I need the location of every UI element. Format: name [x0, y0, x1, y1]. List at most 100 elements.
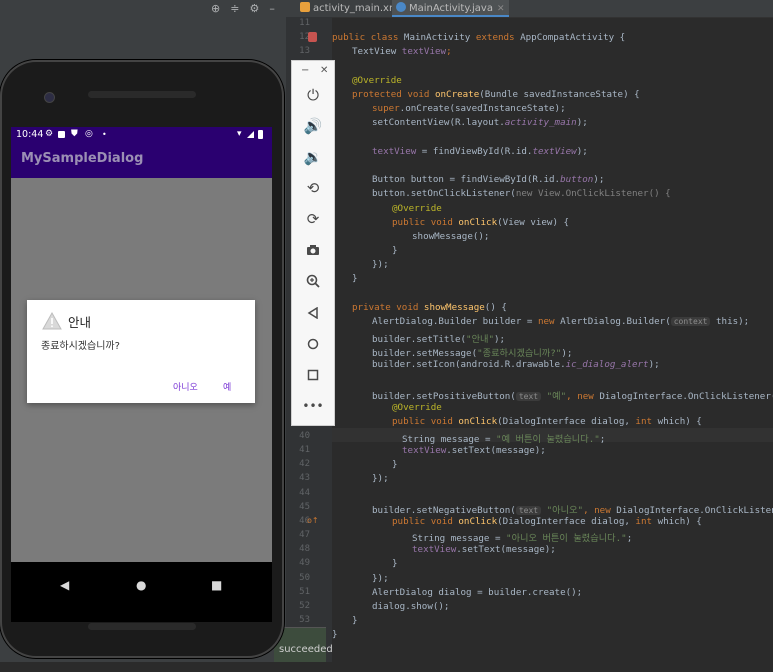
signal-icon	[247, 131, 254, 138]
split-icon[interactable]: ≑	[230, 0, 239, 17]
code-line[interactable]: super.onCreate(savedInstanceState);	[372, 103, 566, 114]
positive-button[interactable]: 예	[223, 380, 231, 393]
code-line[interactable]: setContentView(R.layout.activity_main);	[372, 117, 588, 128]
sync-icon: ◎	[85, 129, 93, 139]
shield-icon: ⛊	[71, 129, 78, 139]
parameter-hint: text	[515, 506, 542, 515]
code-line[interactable]: Button button = findViewById(R.id.button…	[372, 174, 604, 185]
code-line[interactable]: @Override	[392, 203, 442, 214]
code-line[interactable]: });	[372, 473, 389, 484]
code-line[interactable]: AlertDialog dialog = builder.create();	[372, 587, 582, 598]
target-icon[interactable]: ⊕	[211, 0, 220, 17]
speaker-grille	[88, 91, 196, 98]
code-line[interactable]: textView.setText(message);	[412, 544, 556, 555]
line-number: 13	[299, 46, 310, 56]
xml-file-icon	[300, 2, 310, 12]
nav-back-icon[interactable]: ◀	[60, 578, 69, 592]
editor-toolbar: ⊕ ≑ ⚙ –	[211, 0, 275, 17]
app-bar: MySampleDialog	[11, 142, 272, 178]
code-line[interactable]: @Override	[352, 75, 402, 86]
overview-icon[interactable]	[299, 363, 327, 387]
battery-icon	[258, 130, 263, 139]
negative-button[interactable]: 아니오	[173, 380, 198, 393]
code-line[interactable]: }	[352, 615, 358, 626]
dialog-message: 종료하시겠습니까?	[41, 341, 120, 352]
code-line[interactable]: }	[392, 245, 398, 256]
code-line[interactable]: builder.setPositiveButton(text "예", new …	[372, 388, 773, 402]
minimize-icon[interactable]: –	[269, 0, 275, 17]
line-number: 47	[299, 530, 310, 540]
line-number: 44	[299, 488, 310, 498]
front-camera	[44, 92, 55, 103]
nav-recents-icon[interactable]: ■	[211, 578, 222, 592]
zoom-icon[interactable]	[299, 269, 327, 293]
code-line[interactable]: showMessage();	[412, 231, 489, 242]
code-line[interactable]: AlertDialog.Builder builder = new AlertD…	[372, 316, 749, 327]
volume-up-icon[interactable]: 🔊	[299, 114, 327, 138]
code-line[interactable]: protected void onCreate(Bundle savedInst…	[352, 89, 640, 100]
code-line[interactable]: public void onClick(View view) {	[392, 217, 569, 228]
code-line[interactable]: TextView textView;	[352, 46, 452, 57]
power-icon[interactable]: ⏻	[299, 83, 327, 107]
gear-icon[interactable]: ⚙	[249, 0, 259, 17]
code-line[interactable]: public class MainActivity extends AppCom…	[332, 32, 625, 43]
minimize-icon[interactable]: −	[301, 65, 309, 76]
back-icon[interactable]	[299, 301, 327, 325]
code-line[interactable]: textView = findViewById(R.id.textView);	[372, 146, 588, 157]
code-line[interactable]: builder.setIcon(android.R.drawable.ic_di…	[372, 359, 660, 370]
code-line[interactable]: textView.setText(message);	[402, 445, 546, 456]
settings-icon: ⚙	[45, 129, 54, 139]
line-number: 43	[299, 473, 310, 483]
parameter-hint: text	[515, 392, 542, 401]
line-number: 45	[299, 502, 310, 512]
code-line[interactable]: builder.setNegativeButton(text "아니오", ne…	[372, 502, 773, 516]
code-line[interactable]: button.setOnClickListener(new View.OnCli…	[372, 188, 671, 199]
code-line[interactable]: }	[392, 558, 398, 569]
code-line[interactable]: }	[332, 629, 338, 640]
line-number: 51	[299, 587, 310, 597]
code-line[interactable]: private void showMessage() {	[352, 302, 507, 313]
rotate-left-icon[interactable]: ⟲	[299, 176, 327, 200]
java-class-icon	[396, 2, 406, 12]
code-line[interactable]: }	[352, 273, 358, 284]
line-number: 42	[299, 459, 310, 469]
alert-dialog: 안내 종료하시겠습니까? 아니오 예	[27, 300, 255, 403]
code-line[interactable]: public void onClick(DialogInterface dial…	[392, 416, 702, 427]
home-icon[interactable]	[299, 332, 327, 356]
line-number: 49	[299, 558, 310, 568]
code-line[interactable]: dialog.show();	[372, 601, 449, 612]
app-title: MySampleDialog	[21, 151, 144, 166]
override-gutter-icon[interactable]: o↑	[307, 516, 319, 525]
line-number: 52	[299, 601, 310, 611]
code-line[interactable]: public void onClick(DialogInterface dial…	[392, 516, 702, 527]
volume-down-icon[interactable]: 🔉	[299, 145, 327, 169]
navigation-bar: ◀ ● ■	[11, 562, 272, 622]
emulator-toolbar: − ✕ ⏻ 🔊 🔉 ⟲ ⟳ •••	[291, 60, 335, 426]
line-number: 50	[299, 573, 310, 583]
close-icon[interactable]: ✕	[497, 4, 505, 14]
nav-home-icon[interactable]: ●	[136, 578, 146, 592]
run-gutter-icon[interactable]	[308, 32, 317, 42]
tab-main-activity-java[interactable]: MainActivity.java ✕	[392, 0, 509, 17]
status-time: 10:44	[16, 129, 44, 140]
wifi-icon: ▾	[237, 129, 242, 139]
code-line[interactable]: String message = "아니오 버튼이 눌렸습니다.";	[412, 530, 632, 544]
code-line[interactable]: String message = "예 버튼이 눌렸습니다.";	[402, 431, 605, 445]
code-line[interactable]: builder.setMessage("종료하시겠습니까?");	[372, 345, 572, 359]
code-line[interactable]: @Override	[392, 402, 442, 413]
code-line[interactable]: builder.setTitle("안내");	[372, 331, 505, 345]
more-icon[interactable]: •••	[299, 394, 327, 418]
line-number: 41	[299, 445, 310, 455]
rotate-right-icon[interactable]: ⟳	[299, 207, 327, 231]
line-number: 12	[299, 32, 310, 42]
dot-icon: •	[102, 130, 107, 139]
camera-icon[interactable]	[299, 238, 327, 262]
speaker-grille	[88, 623, 196, 630]
code-line[interactable]: }	[392, 459, 398, 470]
notification-icon	[58, 131, 65, 138]
line-number: 48	[299, 544, 310, 554]
line-number: 53	[299, 615, 310, 625]
code-line[interactable]: });	[372, 573, 389, 584]
close-icon[interactable]: ✕	[320, 65, 328, 76]
code-line[interactable]: });	[372, 259, 389, 270]
